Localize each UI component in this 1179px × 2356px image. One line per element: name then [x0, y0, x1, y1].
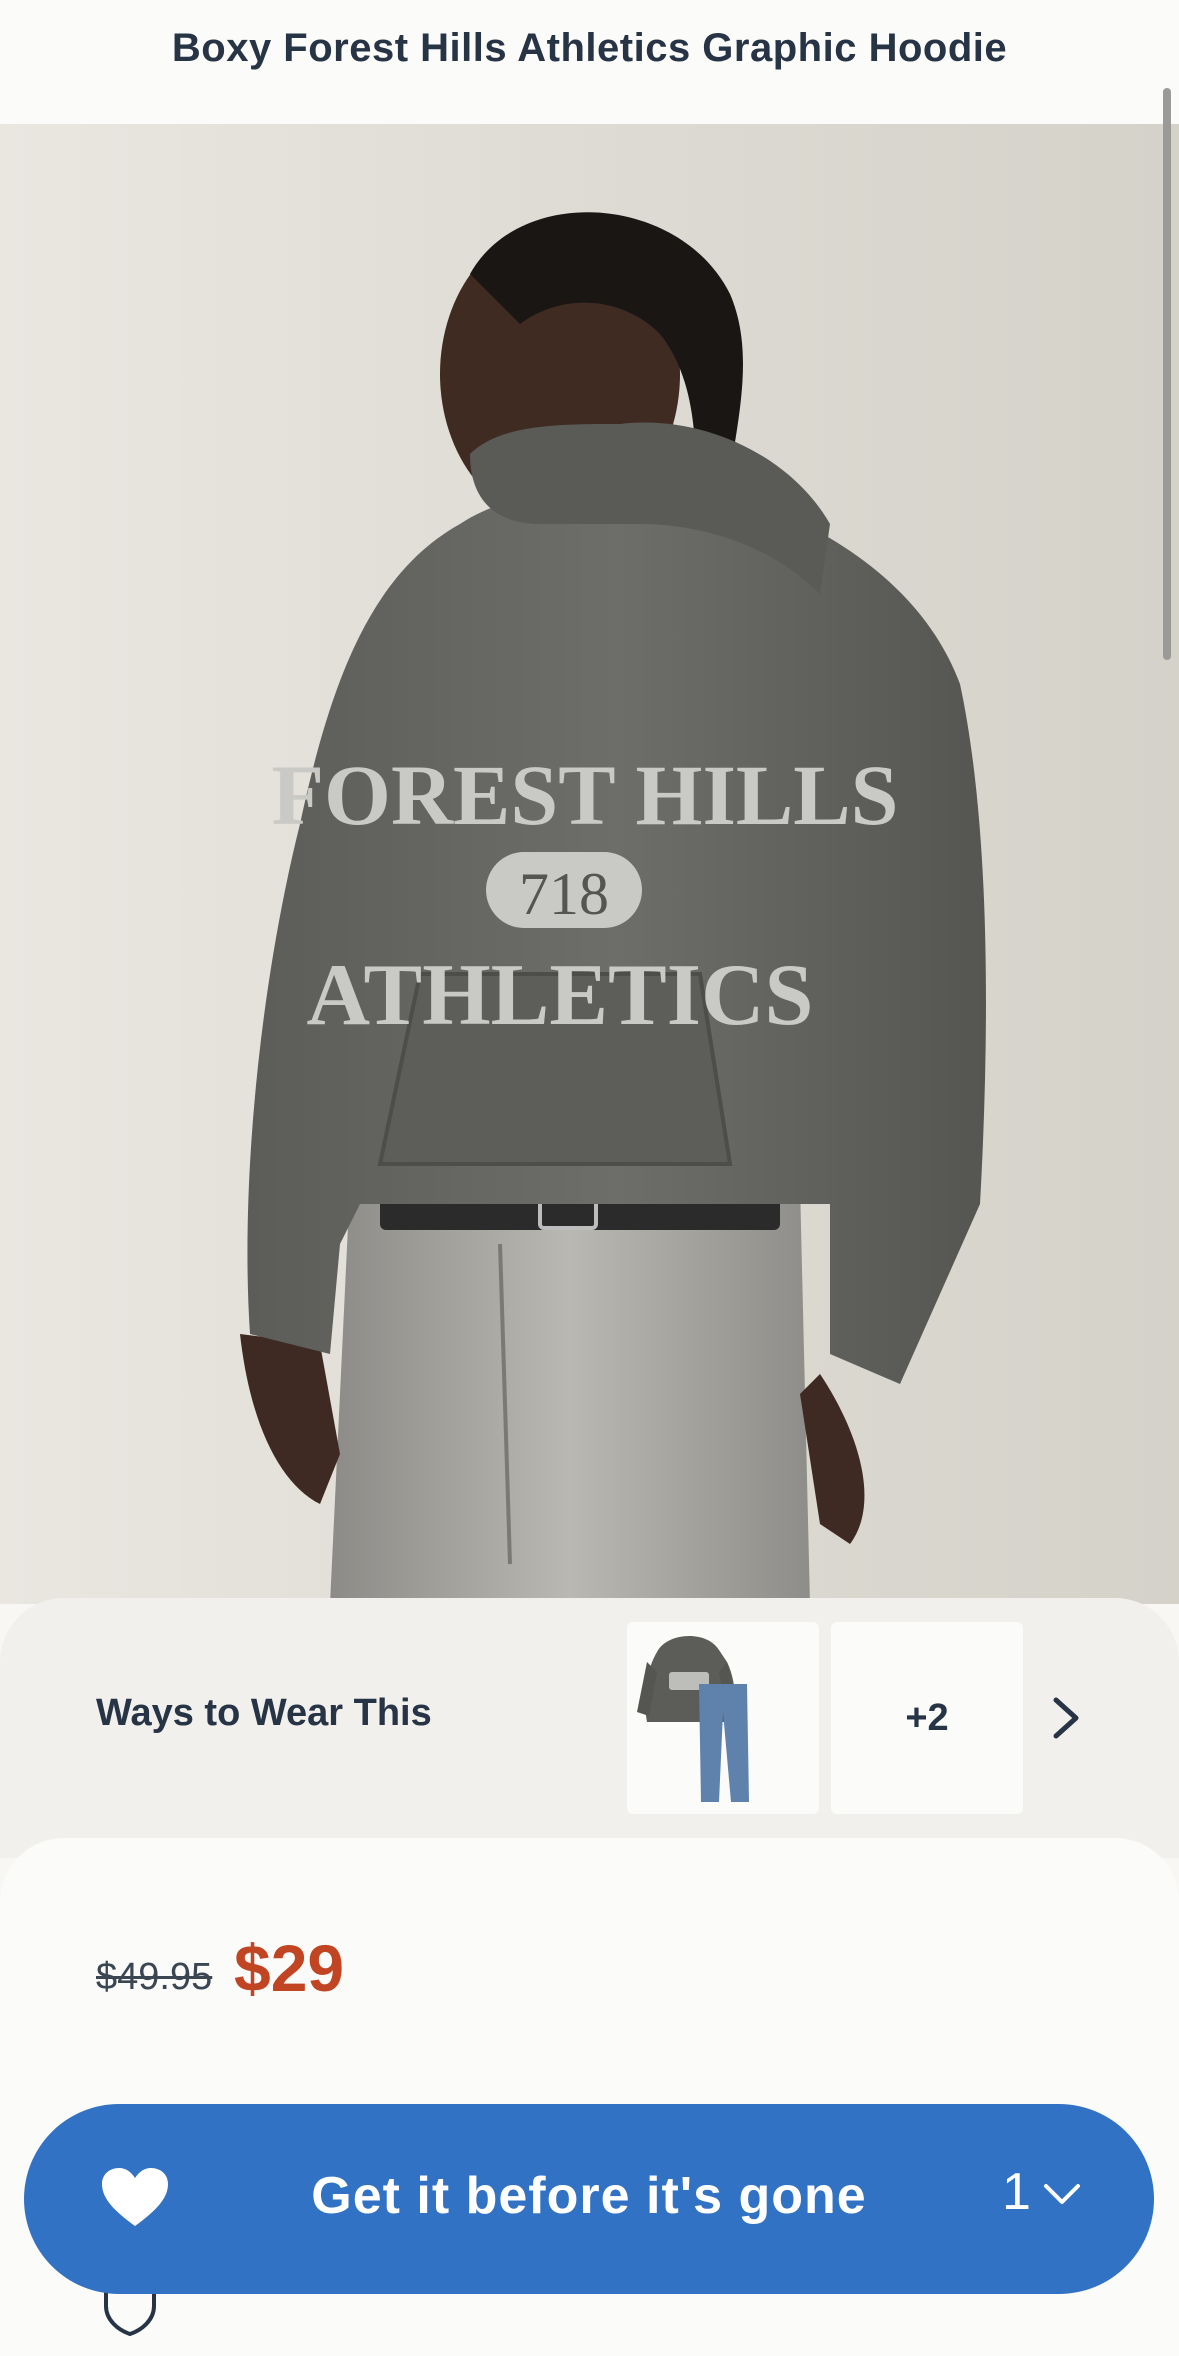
page-header: Boxy Forest Hills Athletics Graphic Hood…	[0, 0, 1179, 124]
original-price: $49.95	[96, 1956, 213, 1998]
more-outfits-count: +2	[905, 1696, 949, 1739]
hoodie-graphic-line1: FOREST HILLS	[272, 747, 899, 843]
chevron-right-icon[interactable]	[1046, 1696, 1086, 1740]
product-title: Boxy Forest Hills Athletics Graphic Hood…	[171, 25, 1008, 70]
ways-to-wear-section[interactable]: Ways to Wear This +2	[0, 1598, 1179, 1858]
add-to-bag-button[interactable]: Get it before it's gone 1	[24, 2104, 1154, 2294]
ways-to-wear-label: Ways to Wear This	[96, 1692, 432, 1734]
sale-price: $29	[234, 1931, 345, 2005]
outfit-thumbnail[interactable]	[627, 1622, 819, 1814]
page-scrollbar[interactable]	[1163, 88, 1171, 660]
add-to-bag-label: Get it before it's gone	[311, 2167, 867, 2225]
outfit-image	[637, 1635, 749, 1802]
more-outfits-button[interactable]: +2	[831, 1622, 1023, 1814]
product-page: Boxy Forest Hills Athletics Graphic Hood…	[0, 0, 1179, 2356]
hoodie-graphic-badge: 718	[519, 861, 609, 927]
product-photo: FOREST HILLS 718 ATHLETICS	[240, 212, 986, 1604]
quantity-value[interactable]: 1	[1002, 2162, 1031, 2222]
chevron-down-icon[interactable]	[1042, 2180, 1082, 2210]
hoodie-graphic-line2: ATHLETICS	[307, 947, 814, 1044]
product-image-carousel[interactable]: FOREST HILLS 718 ATHLETICS	[0, 124, 1179, 1604]
